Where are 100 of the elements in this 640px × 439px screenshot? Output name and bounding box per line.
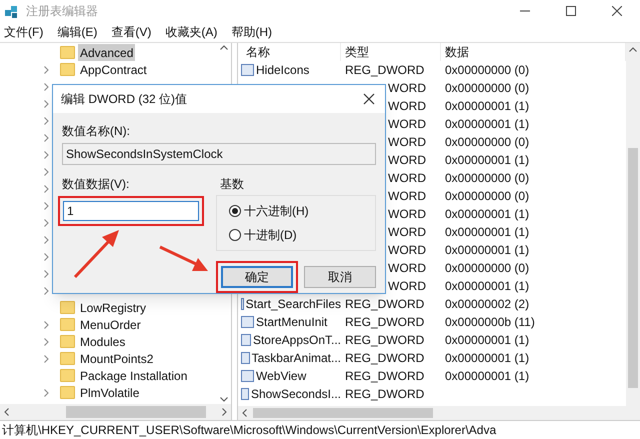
chevron-icon[interactable] [44, 286, 49, 294]
horizontal-scrollbar[interactable] [0, 404, 231, 420]
chevron-icon[interactable] [44, 236, 49, 244]
value-data: 0x00000002 (2) [444, 296, 530, 313]
registry-cubes-icon [4, 3, 20, 19]
value-name[interactable]: WebView [256, 367, 306, 385]
folder-icon [60, 63, 75, 76]
value-type: REG_DWORD [344, 386, 426, 403]
menu-item[interactable]: 查看(V) [111, 23, 152, 41]
value-name[interactable]: TaskbarAnimat... [252, 349, 341, 367]
chevron-icon[interactable] [44, 168, 49, 176]
value-data: 0x00000001 (1) [444, 368, 530, 385]
binary-value-icon [241, 334, 251, 346]
value-type: WORD [387, 278, 427, 295]
group-label: 基数 [220, 176, 245, 193]
chevron-icon[interactable] [44, 116, 49, 124]
value-type: WORD [387, 80, 427, 97]
chevron-icon[interactable] [44, 270, 49, 278]
value-name[interactable]: ShowSecondsI... [250, 385, 341, 403]
window-title: 注册表编辑器 [26, 3, 98, 20]
scroll-thumb[interactable] [628, 148, 638, 388]
value-type: REG_DWORD [344, 368, 426, 385]
scroll-up-icon[interactable] [629, 47, 637, 52]
close-icon[interactable] [363, 93, 375, 105]
scroll-down-icon[interactable] [220, 397, 228, 402]
value-data: 0x00000000 (0) [444, 260, 530, 277]
value-type: WORD [387, 224, 427, 241]
value-name[interactable]: HideIcons [256, 61, 310, 79]
chevron-icon[interactable] [44, 184, 49, 192]
chevron-icon[interactable] [44, 252, 49, 260]
scroll-left-icon[interactable] [4, 408, 9, 416]
value-type: WORD [387, 152, 427, 169]
binary-value-icon [241, 388, 249, 400]
value-type: WORD [387, 242, 427, 259]
annotation-arrow [72, 228, 122, 280]
folder-icon [60, 352, 75, 365]
scroll-left-icon[interactable] [242, 409, 247, 417]
chevron-icon[interactable] [44, 354, 49, 362]
tree-item[interactable]: Advanced [78, 44, 136, 62]
chevron-icon[interactable] [44, 100, 49, 108]
value-data: 0x00000000 (0) [444, 134, 530, 151]
value-data: 0x00000001 (1) [444, 278, 530, 295]
status-bar-path: 计算机\HKEY_CURRENT_USER\Software\Microsoft\Windows\CurrentVersion\Explorer\Adva [2, 422, 496, 439]
value-data: 0x00000001 (1) [444, 224, 530, 241]
value-type: REG_DWORD [344, 314, 426, 331]
value-data: 0x00000001 (1) [444, 242, 530, 259]
chevron-icon[interactable] [44, 134, 49, 142]
menu-item[interactable]: 文件(F) [4, 23, 44, 41]
value-data: 0x00000000 (0) [444, 62, 530, 79]
chevron-icon[interactable] [44, 388, 49, 396]
value-name[interactable]: StartMenuInit [256, 313, 328, 331]
column-header[interactable]: 类型 [341, 43, 441, 61]
tree-item[interactable]: AppContract [78, 60, 149, 78]
scroll-up-icon[interactable] [220, 45, 228, 50]
binary-value-icon [241, 316, 254, 328]
value-type: REG_DWORD [344, 62, 426, 79]
chevron-icon[interactable] [44, 338, 49, 346]
menu-item[interactable]: 编辑(E) [57, 23, 98, 41]
value-data: 0x00000001 (1) [444, 332, 530, 349]
value-type: REG_DWORD [344, 296, 426, 313]
scroll-right-icon[interactable] [222, 408, 227, 416]
value-type: WORD [387, 170, 427, 187]
value-name[interactable]: StoreAppsOnT... [252, 331, 341, 349]
value-type: WORD [387, 188, 427, 205]
value-name[interactable]: Start_SearchFiles [246, 295, 341, 313]
vertical-scrollbar[interactable] [626, 43, 640, 406]
scroll-thumb[interactable] [66, 406, 206, 418]
binary-value-icon [241, 352, 250, 364]
dialog-title: 编辑 DWORD (32 位)值 [61, 91, 187, 108]
value-data-field[interactable]: 1 [63, 201, 199, 221]
chevron-icon[interactable] [44, 202, 49, 210]
radio-button[interactable] [229, 205, 241, 217]
value-data: 0x00000001 (1) [444, 206, 530, 223]
value-data: 0x00000001 (1) [444, 350, 530, 367]
radio-button[interactable] [229, 229, 241, 241]
horizontal-scrollbar[interactable] [238, 406, 640, 420]
scroll-thumb[interactable] [253, 408, 433, 418]
value-type: WORD [387, 134, 427, 151]
folder-icon [60, 46, 75, 59]
menu-item[interactable]: 帮助(H) [231, 23, 272, 41]
folder-icon [60, 335, 75, 348]
field-label: 数值名称(N): [62, 123, 131, 140]
chevron-icon[interactable] [44, 150, 49, 158]
value-type: REG_DWORD [344, 332, 426, 349]
cancel-button[interactable]: 取消 [304, 266, 376, 288]
radio-label: 十六进制(H) [244, 203, 309, 220]
folder-icon [60, 318, 75, 331]
column-header[interactable]: 名称 [238, 43, 341, 61]
value-data: 0x00000000 (0) [444, 170, 530, 187]
value-name-field[interactable]: ShowSecondsInSystemClock [62, 143, 376, 165]
value-data: 0x00000001 (1) [444, 98, 530, 115]
chevron-icon[interactable] [44, 320, 49, 328]
binary-value-icon [241, 370, 254, 382]
menu-item[interactable]: 收藏夹(A) [165, 23, 218, 41]
chevron-icon[interactable] [44, 66, 49, 74]
value-type: REG_DWORD [344, 350, 426, 367]
chevron-icon[interactable] [44, 82, 49, 90]
value-type: WORD [387, 116, 427, 133]
chevron-icon[interactable] [44, 218, 49, 226]
ok-button[interactable]: 确定 [221, 266, 293, 288]
